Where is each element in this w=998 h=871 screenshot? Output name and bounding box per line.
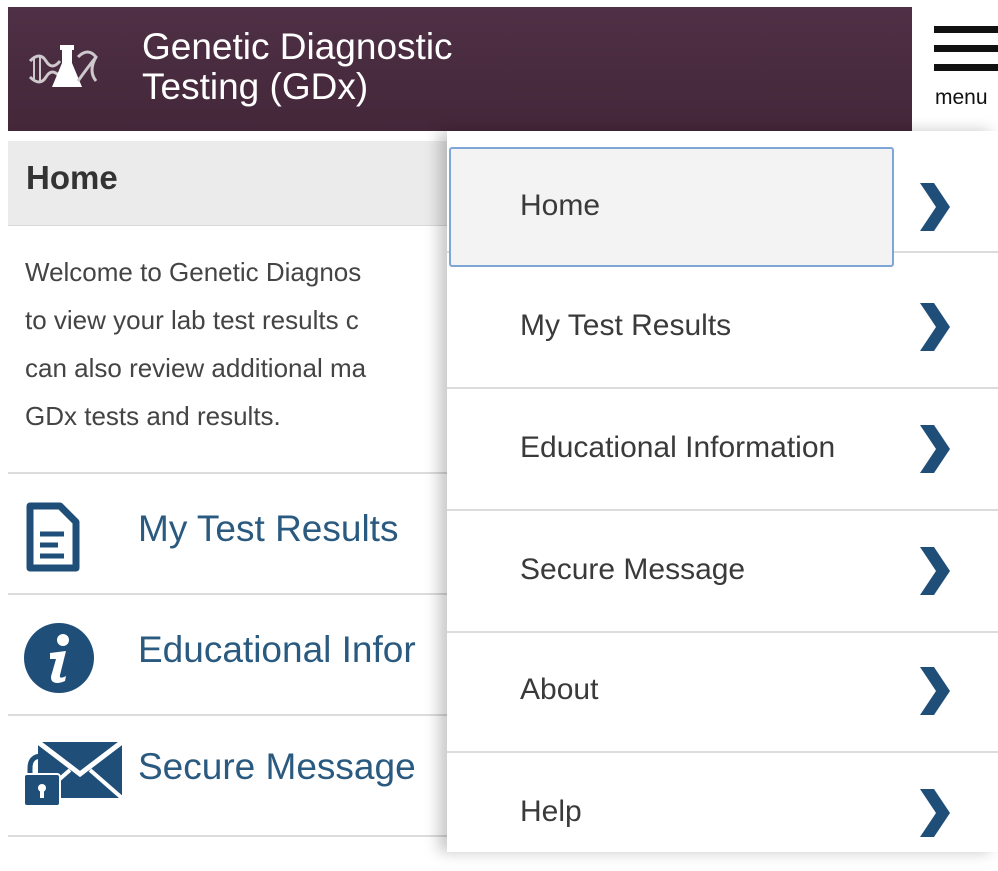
chevron-right-icon: [920, 425, 950, 473]
chevron-right-icon: [920, 183, 950, 231]
nav-link-label: Educational Infor: [138, 629, 416, 670]
app-title-line2: Testing (GDx): [142, 66, 369, 107]
welcome-line: GDx tests and results.: [25, 401, 281, 431]
app-header: Genetic Diagnostic Testing (GDx): [8, 7, 912, 131]
menu-button[interactable]: menu: [912, 0, 998, 131]
hamburger-icon: [934, 26, 998, 83]
chevron-right-icon: [920, 789, 950, 837]
divider: [8, 835, 478, 837]
dna-flask-logo-icon: [28, 45, 98, 87]
drawer-item-label: About: [520, 673, 599, 706]
drawer-item-label: Home: [520, 189, 601, 222]
drawer-item-label: Help: [520, 795, 582, 828]
nav-link-educational-information[interactable]: Educational Infor: [8, 595, 478, 715]
info-icon: [24, 623, 94, 693]
chevron-right-icon: [920, 303, 950, 351]
drawer-item-help[interactable]: Help: [447, 751, 998, 871]
nav-link-secure-message[interactable]: Secure Message: [8, 716, 478, 836]
document-icon: [26, 502, 80, 572]
drawer-item-about[interactable]: About: [447, 631, 998, 753]
drawer-item-label: My Test Results: [520, 309, 732, 342]
drawer-item-label: Secure Message: [520, 553, 746, 586]
drawer-item-educational-information[interactable]: Educational Information: [447, 389, 998, 511]
welcome-line: to view your lab test results c: [25, 305, 359, 335]
page-title-bar: Home: [8, 141, 478, 226]
nav-link-my-test-results[interactable]: My Test Results: [8, 474, 478, 594]
navigation-drawer: Home My Test Results Educational Informa…: [447, 131, 998, 852]
chevron-right-icon: [920, 667, 950, 715]
welcome-line: can also review additional ma: [25, 353, 367, 383]
menu-label: menu: [935, 86, 988, 109]
welcome-line: Welcome to Genetic Diagnos: [25, 257, 362, 287]
chevron-right-icon: [920, 547, 950, 595]
app-title: Genetic Diagnostic Testing (GDx): [142, 27, 453, 107]
drawer-item-label: Educational Information: [520, 431, 836, 464]
page-title: Home: [26, 159, 118, 196]
active-highlight: [449, 147, 894, 267]
nav-link-label: My Test Results: [138, 508, 399, 549]
app-title-line1: Genetic Diagnostic: [142, 26, 453, 67]
drawer-item-my-test-results[interactable]: My Test Results: [447, 267, 998, 389]
welcome-text: Welcome to Genetic Diagnos to view your …: [25, 248, 455, 440]
drawer-item-secure-message[interactable]: Secure Message: [447, 511, 998, 633]
drawer-item-home[interactable]: Home: [447, 131, 998, 267]
secure-message-icon: [24, 740, 124, 807]
nav-link-label: Secure Message: [138, 746, 416, 787]
